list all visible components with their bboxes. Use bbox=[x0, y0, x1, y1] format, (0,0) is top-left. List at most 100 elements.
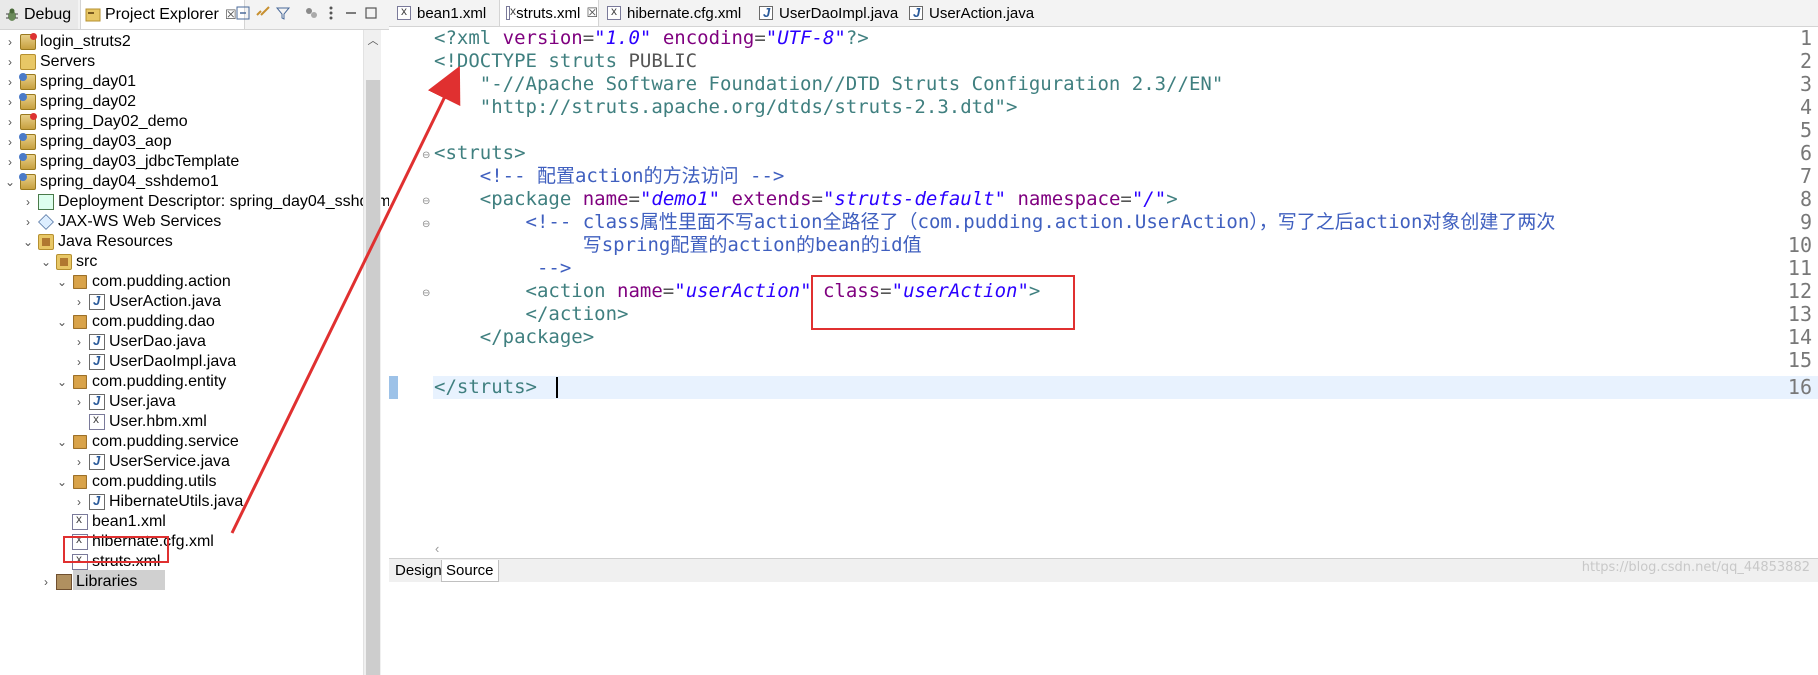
tab-useraction-java[interactable]: UserAction.java bbox=[903, 0, 1053, 26]
chevron-down-icon[interactable]: ⌄ bbox=[56, 435, 68, 449]
line-number: 8 bbox=[1799, 187, 1812, 211]
tree-item-label: com.pudding.entity bbox=[92, 372, 227, 390]
tree-item-label: UserService.java bbox=[109, 452, 230, 470]
line-number: 15 bbox=[1787, 348, 1812, 372]
code-line-8: <package name="demo1" extends="struts-de… bbox=[434, 188, 1178, 211]
chevron-right-icon[interactable]: › bbox=[73, 355, 85, 369]
close-tab-icon[interactable]: ☒ bbox=[586, 5, 598, 21]
code-token: "/" bbox=[1131, 188, 1167, 210]
tree-item-label: spring_Day02_demo bbox=[40, 112, 188, 130]
tree-item-label: spring_day04_sshdemo1 bbox=[40, 172, 219, 190]
tab-hibernate-cfg-xml[interactable]: hibernate.cfg.xml bbox=[601, 0, 751, 26]
web-project-icon bbox=[19, 132, 36, 150]
vertical-dots-icon[interactable] bbox=[322, 5, 340, 23]
tab-label: hibernate.cfg.xml bbox=[627, 4, 742, 22]
tree-item-libraries[interactable]: › Libraries bbox=[0, 570, 423, 593]
code-line-3: "-//Apache Software Foundation//DTD Stru… bbox=[434, 73, 1224, 95]
tab-project-explorer[interactable]: Project Explorer ☒ bbox=[80, 0, 245, 29]
link-with-editor-icon[interactable] bbox=[254, 5, 272, 23]
watermark-text: https://blog.csdn.net/qq_44853882 bbox=[1581, 560, 1810, 575]
fold-collapse-icon[interactable]: ⊖ bbox=[422, 150, 432, 161]
chevron-left-icon[interactable]: ‹ bbox=[435, 541, 439, 556]
tree-scrollbar[interactable]: ︿ bbox=[363, 30, 381, 675]
code-token: <?xml bbox=[434, 27, 503, 49]
scrollbar-thumb[interactable] bbox=[366, 80, 380, 675]
fold-collapse-icon[interactable]: ⊖ bbox=[422, 219, 432, 230]
chevron-right-icon[interactable]: › bbox=[22, 215, 34, 229]
tab-bean1-xml[interactable]: bean1.xml bbox=[391, 0, 496, 26]
line-number: 1 bbox=[1799, 26, 1812, 50]
chevron-right-icon[interactable]: › bbox=[40, 575, 52, 589]
code-token: version bbox=[502, 27, 583, 49]
tree-item-label: com.pudding.service bbox=[92, 432, 239, 450]
code-token: = bbox=[1120, 188, 1132, 210]
tab-design[interactable]: Design bbox=[391, 560, 446, 582]
collapse-all-icon[interactable] bbox=[234, 5, 252, 23]
chevron-down-icon[interactable]: ⌄ bbox=[56, 475, 68, 489]
tree-item-label: User.hbm.xml bbox=[109, 412, 207, 430]
tree-item-label: com.pudding.utils bbox=[92, 472, 217, 490]
chevron-down-icon[interactable]: ⌄ bbox=[22, 235, 34, 249]
line-number: 9 bbox=[1799, 210, 1812, 234]
chevron-right-icon[interactable]: › bbox=[73, 295, 85, 309]
code-line-11: --> bbox=[434, 257, 572, 279]
xml-file-icon bbox=[506, 4, 516, 20]
folder-icon bbox=[20, 53, 36, 70]
chevron-right-icon[interactable]: › bbox=[4, 155, 16, 169]
tab-userdaoimpl-java[interactable]: UserDaoImpl.java bbox=[753, 0, 903, 26]
package-icon bbox=[73, 314, 87, 329]
maximize-icon[interactable] bbox=[362, 5, 380, 23]
fold-collapse-icon[interactable]: ⊖ bbox=[422, 196, 432, 207]
chevron-down-icon[interactable]: ⌄ bbox=[4, 175, 16, 189]
package-icon bbox=[73, 274, 87, 289]
line-number: 16 bbox=[1787, 375, 1812, 399]
tree-item-label: com.pudding.dao bbox=[92, 312, 215, 330]
chevron-right-icon[interactable]: › bbox=[4, 75, 16, 89]
filter-icon[interactable] bbox=[274, 5, 292, 23]
code-token: encoding bbox=[651, 27, 755, 49]
tab-debug[interactable]: Debug bbox=[0, 0, 78, 29]
code-token: "struts-default" bbox=[822, 188, 1007, 210]
line-number: 7 bbox=[1799, 164, 1812, 188]
tab-struts-xml[interactable]: struts.xml ☒ bbox=[499, 0, 599, 26]
code-line-4: "http://struts.apache.org/dtds/struts-2.… bbox=[434, 96, 1018, 118]
current-line-marker bbox=[389, 376, 398, 399]
java-file-icon bbox=[89, 453, 105, 470]
tree-item-label: User.java bbox=[109, 392, 176, 410]
chevron-down-icon[interactable]: ⌄ bbox=[56, 275, 68, 289]
minimize-icon[interactable] bbox=[342, 5, 360, 23]
chevron-right-icon[interactable]: › bbox=[4, 115, 16, 129]
chevron-right-icon[interactable]: › bbox=[73, 395, 85, 409]
chevron-right-icon[interactable]: › bbox=[4, 95, 16, 109]
chevron-right-icon[interactable]: › bbox=[73, 495, 85, 509]
tree-item-label: Servers bbox=[40, 52, 96, 70]
tree-item-label: HibernateUtils.java bbox=[109, 492, 244, 510]
tree-item-label: UserDaoImpl.java bbox=[109, 352, 237, 370]
chevron-down-icon[interactable]: ⌄ bbox=[56, 315, 68, 329]
xml-file-icon bbox=[89, 412, 105, 430]
struts-xml-highlight-box bbox=[63, 536, 169, 563]
editor-horizontal-scrollbar[interactable]: ‹ bbox=[433, 541, 1818, 557]
fold-collapse-icon[interactable]: ⊖ bbox=[422, 288, 432, 299]
tab-source[interactable]: Source bbox=[441, 560, 499, 582]
chevron-right-icon[interactable]: › bbox=[73, 455, 85, 469]
web-project-icon bbox=[19, 152, 36, 170]
chevron-right-icon[interactable]: › bbox=[4, 55, 16, 69]
debug-bug-icon bbox=[4, 7, 20, 23]
chevron-right-icon[interactable]: › bbox=[22, 195, 34, 209]
chevron-up-icon[interactable]: ︿ bbox=[365, 32, 381, 48]
package-icon bbox=[73, 374, 87, 389]
web-services-icon bbox=[38, 213, 54, 230]
chevron-right-icon[interactable]: › bbox=[4, 35, 16, 49]
view-menu-icon[interactable] bbox=[302, 5, 320, 23]
java-file-icon bbox=[759, 5, 773, 20]
project-error-icon bbox=[20, 32, 37, 50]
tree-item-label: src bbox=[76, 252, 98, 270]
chevron-right-icon[interactable]: › bbox=[4, 135, 16, 149]
tab-label: bean1.xml bbox=[417, 4, 487, 22]
chevron-down-icon[interactable]: ⌄ bbox=[40, 255, 52, 269]
code-token: "1.0" bbox=[594, 27, 652, 49]
code-line-2: <!DOCTYPE struts PUBLIC bbox=[434, 50, 697, 73]
chevron-right-icon[interactable]: › bbox=[73, 335, 85, 349]
chevron-down-icon[interactable]: ⌄ bbox=[56, 375, 68, 389]
